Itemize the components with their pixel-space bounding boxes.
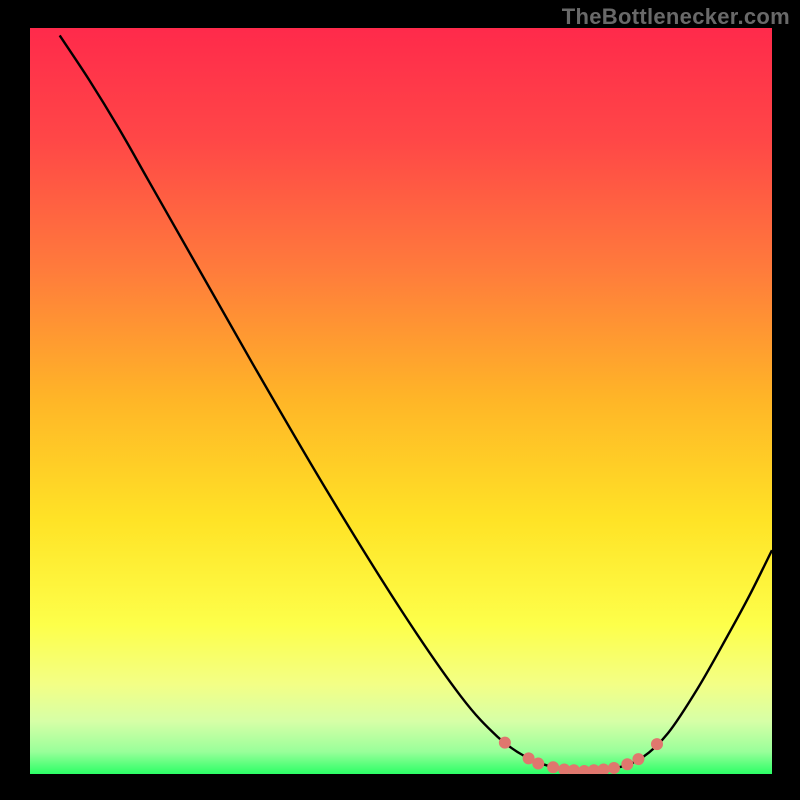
- chart-frame: TheBottlenecker.com: [0, 0, 800, 800]
- optimum-marker: [621, 758, 633, 770]
- optimum-marker: [651, 738, 663, 750]
- optimum-marker: [632, 753, 644, 765]
- optimum-marker: [499, 737, 511, 749]
- optimum-marker: [547, 761, 559, 773]
- optimum-marker: [568, 764, 580, 776]
- chart-canvas: [0, 0, 800, 800]
- plot-background: [30, 28, 772, 774]
- optimum-marker: [532, 758, 544, 770]
- watermark-label: TheBottlenecker.com: [562, 4, 790, 30]
- optimum-marker: [598, 764, 610, 776]
- optimum-marker: [608, 762, 620, 774]
